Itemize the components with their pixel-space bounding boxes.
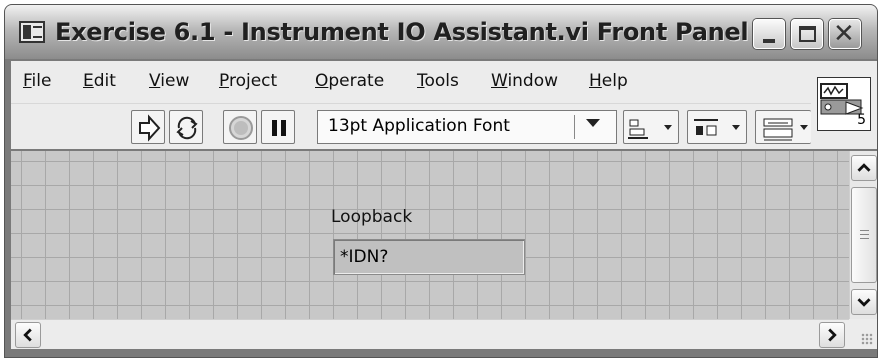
font-select[interactable]: 13pt Application Font — [317, 110, 617, 144]
menu-edit[interactable]: Edit — [83, 71, 116, 91]
chevron-down-icon — [857, 298, 871, 307]
menu-project[interactable]: Project — [219, 71, 277, 91]
align-objects-button[interactable] — [623, 110, 679, 144]
abort-icon — [229, 116, 253, 140]
dropdown-arrow-icon — [586, 119, 600, 127]
resize-grip[interactable] — [849, 319, 877, 349]
font-select-value: 13pt Application Font — [328, 116, 510, 136]
scroll-right-button[interactable] — [819, 322, 845, 348]
vi-connector-icon[interactable]: 5 — [817, 77, 871, 131]
vertical-scroll-thumb[interactable] — [851, 187, 877, 283]
front-panel-grid[interactable]: Loopback *IDN? — [11, 151, 849, 319]
scroll-up-button[interactable] — [851, 155, 877, 181]
maximize-icon — [799, 26, 816, 42]
scroll-down-button[interactable] — [851, 289, 877, 315]
font-select-divider — [574, 115, 575, 139]
chevron-right-icon — [828, 328, 837, 342]
title-bar[interactable]: Exercise 6.1 - Instrument IO Assistant.v… — [5, 5, 877, 59]
menu-tools[interactable]: Tools — [417, 71, 459, 91]
loopback-value: *IDN? — [340, 247, 389, 267]
menu-operate[interactable]: Operate — [315, 71, 384, 91]
grip-icon — [860, 230, 869, 239]
toolbar: 13pt Application Font — [11, 103, 811, 149]
chevron-left-icon — [23, 328, 32, 342]
resize-objects-icon — [763, 118, 808, 141]
loopback-label: Loopback — [331, 207, 413, 227]
abort-button[interactable] — [223, 110, 257, 144]
pause-button[interactable] — [261, 110, 295, 144]
menu-file[interactable]: File — [23, 71, 51, 91]
run-continuously-button[interactable] — [169, 110, 203, 144]
run-button[interactable] — [131, 110, 165, 144]
align-objects-icon — [628, 119, 672, 139]
vi-icon-number: 5 — [857, 112, 866, 128]
loopback-indicator[interactable]: *IDN? — [333, 239, 525, 275]
scroll-left-button[interactable] — [15, 322, 41, 348]
run-continuously-icon — [176, 116, 198, 140]
distribute-objects-button[interactable] — [687, 110, 747, 144]
resize-grip-icon — [861, 333, 873, 345]
labview-window: Exercise 6.1 - Instrument IO Assistant.v… — [4, 4, 878, 358]
resize-objects-button[interactable] — [755, 110, 811, 144]
chevron-up-icon — [857, 163, 871, 172]
window-title: Exercise 6.1 - Instrument IO Assistant.v… — [55, 18, 749, 46]
labview-app-icon[interactable] — [19, 21, 45, 43]
distribute-objects-icon — [694, 119, 740, 136]
minimize-icon — [763, 39, 775, 43]
horizontal-scrollbar[interactable] — [11, 319, 849, 349]
vi-icon-panel: 5 — [811, 61, 877, 149]
menu-window[interactable]: Window — [491, 71, 558, 91]
run-arrow-icon — [139, 114, 161, 142]
maximize-button[interactable] — [791, 19, 823, 49]
pause-icon — [272, 120, 286, 136]
vertical-scrollbar[interactable] — [849, 151, 877, 319]
menu-help[interactable]: Help — [589, 71, 628, 91]
menu-bar: File Edit View Project Operate Tools Window Hel… — [11, 61, 811, 103]
close-button[interactable]: ✕ — [829, 19, 861, 49]
menu-view[interactable]: View — [149, 71, 189, 91]
close-icon: ✕ — [833, 19, 855, 49]
minimize-button[interactable] — [753, 19, 785, 49]
